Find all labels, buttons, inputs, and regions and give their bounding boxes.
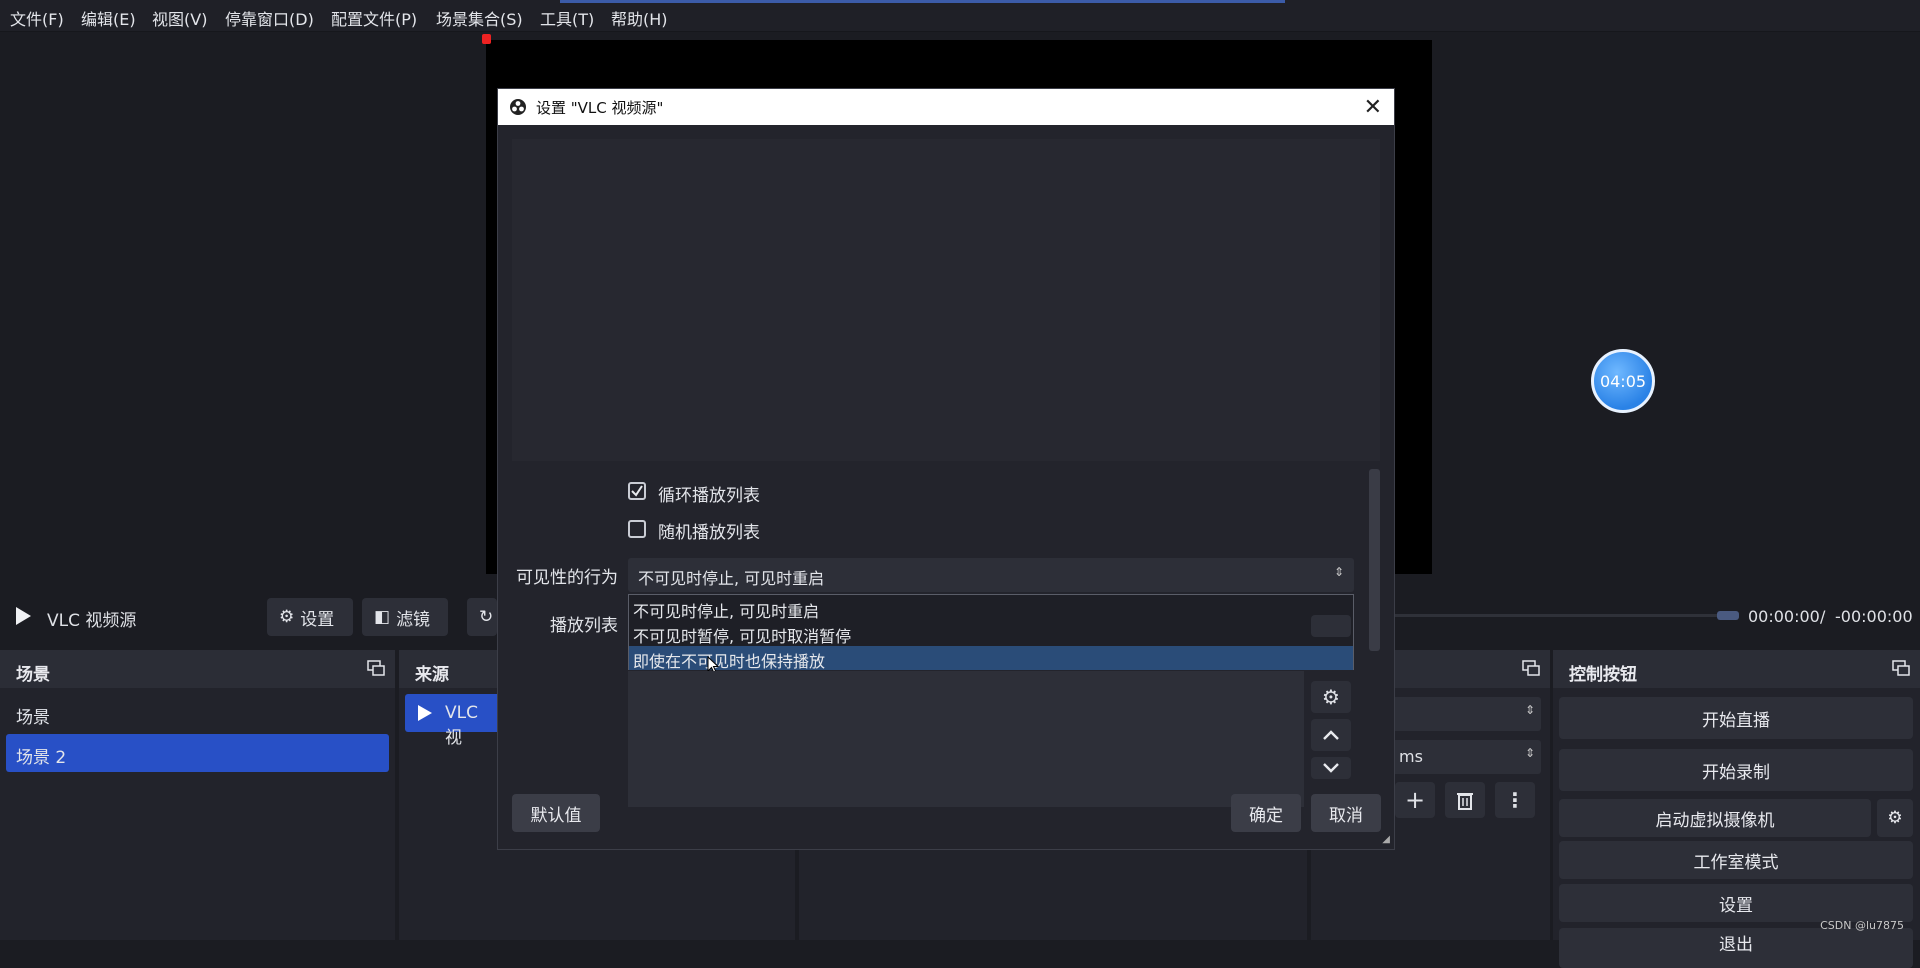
scene-item[interactable]: 场景 — [6, 694, 389, 732]
transition-duration-field[interactable]: ms ⇕ — [1391, 740, 1541, 774]
chevron-down-icon — [1323, 763, 1339, 773]
resize-grip-icon[interactable]: ◢ — [1382, 834, 1390, 845]
loop-playlist-label: 循环播放列表 — [658, 486, 760, 506]
cancel-button[interactable]: 取消 — [1311, 794, 1381, 832]
dialog-title: 设置 "VLC 视频源" — [536, 98, 664, 117]
menu-docks[interactable]: 停靠窗口(D) — [225, 6, 314, 30]
properties-dialog: 设置 "VLC 视频源" ✕ 循环播放列表 随机播放列表 可见性的行为 不可见时… — [497, 88, 1395, 850]
media-time-separator: / — [1820, 607, 1826, 626]
remove-transition-button[interactable] — [1445, 782, 1485, 818]
source-item-label: VLC 视 — [445, 703, 478, 748]
source-filters-button[interactable]: ◧ 滤镜 — [362, 598, 448, 636]
menu-edit[interactable]: 编辑(E) — [81, 6, 136, 30]
spinner-icon: ⇕ — [1524, 746, 1535, 760]
menu-view[interactable]: 视图(V) — [152, 6, 207, 30]
scenes-dock-title: 场景 — [0, 650, 395, 688]
transition-menu-button[interactable]: ⋮ — [1495, 782, 1535, 818]
gear-icon: ⚙ — [279, 607, 295, 627]
dropdown-option[interactable]: 不可见时暂停, 可见时取消暂停 — [629, 621, 1353, 646]
source-preview-area — [512, 139, 1380, 461]
menu-bar: 文件(F) 编辑(E) 视图(V) 停靠窗口(D) 配置文件(P) 场景集合(S… — [0, 0, 1920, 32]
visibility-selected-value: 不可见时停止, 可见时重启 — [638, 569, 825, 588]
window-accent-strip — [560, 0, 1285, 3]
studio-mode-button[interactable]: 工作室模式 — [1559, 841, 1913, 879]
scenes-dock: 场景 场景 场景 2 — [0, 650, 395, 940]
start-streaming-button[interactable]: 开始直播 — [1559, 697, 1913, 739]
chevron-up-icon — [1323, 730, 1339, 740]
visibility-behavior-select[interactable]: 不可见时停止, 可见时重启 ⇕ — [628, 558, 1354, 592]
defaults-button[interactable]: 默认值 — [512, 794, 600, 832]
controls-dock-title: 控制按钮 — [1553, 650, 1920, 688]
source-settings-button[interactable]: ⚙ 设置 — [267, 598, 353, 636]
playlist-move-up-button[interactable] — [1311, 719, 1351, 751]
updown-icon: ⇕ — [1524, 703, 1535, 717]
dropdown-option[interactable]: 不可见时停止, 可见时重启 — [629, 596, 1353, 621]
exit-button[interactable]: 退出 — [1559, 928, 1913, 968]
playlist-move-down-button[interactable] — [1311, 757, 1351, 779]
playlist-item-settings-button[interactable]: ⚙ — [1311, 681, 1351, 713]
source-item-selected[interactable]: VLC 视 — [405, 694, 505, 748]
close-icon[interactable]: ✕ — [1364, 95, 1382, 120]
refresh-button[interactable]: ↻ — [467, 598, 497, 636]
media-time-remaining: -00:00:00 — [1835, 607, 1913, 626]
active-source-name: VLC 视频源 — [47, 611, 137, 631]
dock-float-icon[interactable] — [367, 660, 385, 676]
obs-logo-icon — [509, 98, 527, 120]
playlist-list[interactable] — [628, 671, 1304, 807]
transition-select[interactable]: ⇕ — [1391, 697, 1541, 731]
source-filters-label: 滤镜 — [396, 609, 431, 630]
dock-float-icon[interactable] — [1522, 660, 1540, 676]
play-icon[interactable] — [14, 606, 32, 630]
virtual-camera-settings-button[interactable]: ⚙ — [1877, 799, 1913, 837]
playlist-label: 播放列表 — [550, 616, 618, 636]
shuffle-playlist-label: 随机播放列表 — [658, 523, 760, 543]
watermark: CSDN @lu7875 — [1820, 919, 1904, 932]
start-virtual-camera-button[interactable]: 启动虚拟摄像机 — [1559, 799, 1871, 837]
filter-icon: ◧ — [374, 607, 391, 627]
media-time-current: 00:00:00 — [1748, 607, 1820, 626]
dialog-titlebar: 设置 "VLC 视频源" ✕ — [498, 89, 1394, 125]
floating-timer-badge[interactable]: 04:05 — [1591, 349, 1655, 413]
plus-icon: + — [1404, 786, 1426, 814]
dock-float-icon[interactable] — [1892, 660, 1910, 676]
playlist-add-button[interactable] — [1311, 615, 1351, 637]
controls-dock: 控制按钮 开始直播 开始录制 启动虚拟摄像机 ⚙ 工作室模式 设置 退出 — [1553, 650, 1920, 968]
updown-icon: ⇕ — [1333, 565, 1344, 579]
add-transition-button[interactable]: + — [1395, 782, 1435, 818]
gear-icon: ⚙ — [1887, 808, 1903, 828]
start-recording-button[interactable]: 开始录制 — [1559, 749, 1913, 791]
gear-icon: ⚙ — [1322, 685, 1340, 709]
source-settings-label: 设置 — [300, 609, 335, 630]
preview-edge-marker — [482, 34, 491, 44]
ok-button[interactable]: 确定 — [1231, 794, 1301, 832]
menu-scene-collection[interactable]: 场景集合(S) — [436, 6, 523, 30]
duration-suffix: ms — [1399, 747, 1423, 766]
menu-tools[interactable]: 工具(T) — [540, 6, 594, 30]
menu-file[interactable]: 文件(F) — [10, 6, 64, 30]
refresh-icon: ↻ — [479, 607, 494, 627]
shuffle-playlist-checkbox[interactable] — [628, 520, 646, 538]
trash-icon — [1457, 793, 1473, 810]
dropdown-option-highlighted[interactable]: 即使在不可见时也保持播放 — [629, 646, 1353, 671]
play-icon — [417, 704, 433, 727]
menu-help[interactable]: 帮助(H) — [611, 6, 668, 30]
loop-playlist-checkbox[interactable] — [628, 482, 646, 500]
menu-profile[interactable]: 配置文件(P) — [331, 6, 417, 30]
media-seek-bar[interactable] — [1395, 614, 1720, 617]
settings-button[interactable]: 设置 — [1559, 884, 1913, 922]
media-seek-handle[interactable] — [1717, 611, 1739, 620]
dialog-scrollbar[interactable] — [1369, 469, 1380, 651]
scene-item-selected[interactable]: 场景 2 — [6, 734, 389, 772]
visibility-dropdown-list: 不可见时停止, 可见时重启 不可见时暂停, 可见时取消暂停 即使在不可见时也保持… — [628, 594, 1354, 671]
kebab-icon: ⋮ — [1505, 788, 1525, 812]
visibility-behavior-label: 可见性的行为 — [516, 568, 618, 588]
